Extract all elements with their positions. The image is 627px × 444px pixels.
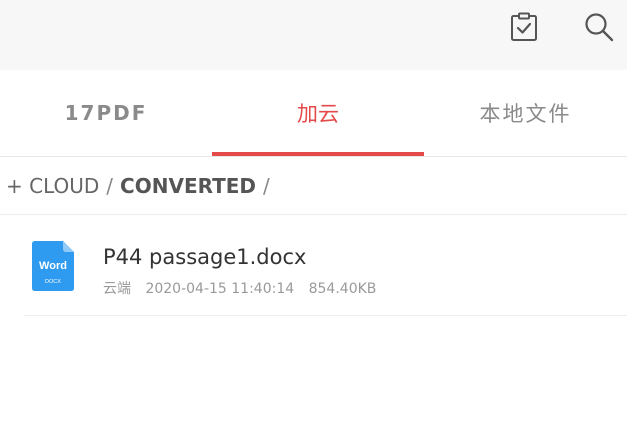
tab-17pdf[interactable]: 17PDF [0,70,212,156]
file-list-item[interactable]: Word DOCX P44 passage1.docx 云端 2020-04-1… [24,216,627,316]
file-meta: 云端 2020-04-15 11:40:14 854.40KB [103,278,386,298]
word-file-icon: Word DOCX [32,241,74,296]
search-icon[interactable] [583,11,615,43]
tab-cloud[interactable]: 加云 [212,70,424,156]
breadcrumb: + CLOUD / CONVERTED / [0,158,627,215]
docx-icon-label: DOCX [45,279,61,285]
breadcrumb-separator: / [106,174,114,198]
top-toolbar [0,0,627,70]
active-tab-indicator [212,152,424,156]
tab-bar: 17PDF 加云 本地文件 [0,70,627,157]
file-name: P44 passage1.docx [103,245,307,269]
file-date: 2020-04-15 11:40:14 [145,281,295,297]
tab-local-files[interactable]: 本地文件 [424,70,627,156]
breadcrumb-current[interactable]: CONVERTED [120,174,256,198]
word-icon-label: Word [39,260,67,272]
file-location: 云端 [103,281,131,297]
clipboard-check-icon[interactable] [508,11,540,43]
file-size: 854.40KB [308,281,377,297]
breadcrumb-separator: / [263,174,270,198]
breadcrumb-root[interactable]: + CLOUD [6,174,99,198]
